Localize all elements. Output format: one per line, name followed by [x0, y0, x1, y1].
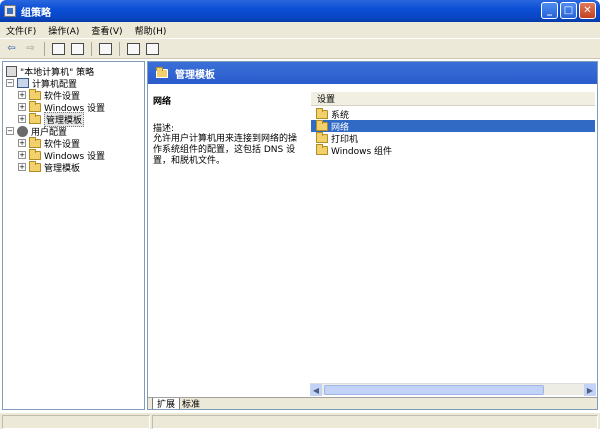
folder-icon: [316, 119, 328, 131]
folder-icon: [29, 148, 41, 160]
title-bar: 组策略 _ □ ✕: [0, 0, 600, 22]
expand-icon[interactable]: +: [18, 91, 26, 99]
folder-icon: [316, 107, 328, 119]
expand-icon[interactable]: +: [18, 163, 26, 171]
description-text: 允许用户计算机用来连接到网络的操作系统组件的配置，这包括 DNS 设置，和脱机文…: [153, 134, 298, 166]
status-cell: [2, 415, 150, 429]
up-folder-button[interactable]: [51, 41, 66, 56]
tree-item-user-config[interactable]: − 用户配置: [6, 125, 67, 138]
up-folder-icon: [52, 42, 65, 55]
collapse-icon[interactable]: −: [6, 127, 14, 135]
details-pane: 管理模板 网络 描述: 允许用户计算机用来连接到网络的操作系统组件的配置，这包括…: [147, 61, 598, 410]
chevron-left-icon: ◀: [312, 385, 320, 395]
collapse-icon[interactable]: −: [6, 79, 14, 87]
horizontal-scrollbar[interactable]: ◀ ▶: [310, 383, 596, 396]
help-icon: [146, 42, 159, 55]
back-button[interactable]: ⇦: [4, 41, 19, 56]
tree-item-computer-software[interactable]: + 软件设置: [18, 88, 80, 102]
forward-icon: ⇨: [26, 43, 35, 54]
folder-icon: [29, 112, 41, 124]
back-icon: ⇦: [7, 43, 16, 54]
forward-button[interactable]: ⇨: [23, 41, 38, 56]
window-controls: _ □ ✕: [541, 2, 596, 19]
properties-button[interactable]: [126, 41, 141, 56]
status-bar: [0, 412, 600, 429]
scroll-thumb[interactable]: [324, 385, 544, 395]
toolbar: ⇦ ⇨: [0, 39, 600, 59]
folder-icon: [29, 160, 41, 172]
list-item-system[interactable]: 系统: [311, 107, 595, 121]
expand-icon[interactable]: +: [18, 115, 26, 123]
tree-item-user-windows[interactable]: + Windows 设置: [18, 148, 105, 162]
folder-icon: [316, 131, 328, 143]
toolbar-separator: [44, 41, 45, 56]
folder-icon: [29, 88, 41, 100]
list-item-network[interactable]: 网络: [311, 119, 595, 133]
policy-icon: [6, 65, 17, 77]
show-hide-tree-button[interactable]: [70, 41, 85, 56]
menu-file[interactable]: 文件(F): [0, 24, 42, 37]
computer-icon: [17, 78, 29, 88]
menu-view[interactable]: 查看(V): [85, 24, 128, 37]
description-label: 描述:: [153, 124, 175, 134]
window-title: 组策略: [21, 7, 51, 19]
menu-help[interactable]: 帮助(H): [129, 24, 173, 37]
export-list-icon: [99, 42, 112, 55]
view-tabs: 扩展 标准: [148, 397, 597, 409]
tree-item-label: 管理模板: [44, 163, 81, 174]
toolbar-separator: [119, 41, 120, 56]
expand-icon[interactable]: +: [18, 139, 26, 147]
list-item-windows-components[interactable]: Windows 组件: [311, 143, 595, 157]
user-icon: [17, 125, 28, 137]
tab-standard[interactable]: 标准: [178, 398, 204, 409]
export-list-button[interactable]: [98, 41, 113, 56]
scroll-right-button[interactable]: ▶: [584, 384, 596, 396]
tree-item-computer-config[interactable]: − 计算机配置: [6, 77, 77, 90]
close-icon: ✕: [583, 5, 592, 16]
maximize-icon: □: [563, 5, 574, 16]
properties-icon: [127, 42, 140, 55]
selected-item-title: 网络: [153, 97, 172, 107]
show-hide-tree-icon: [71, 42, 84, 55]
folder-icon: [316, 143, 328, 155]
tree-item-user-software[interactable]: + 软件设置: [18, 136, 80, 150]
column-header-label: 设置: [317, 95, 336, 105]
tree-item-computer-admin[interactable]: + 管理模板: [18, 111, 85, 127]
pane-header-title: 管理模板: [175, 69, 215, 81]
list-item-printers[interactable]: 打印机: [311, 131, 595, 145]
column-header-settings[interactable]: 设置: [311, 92, 595, 106]
maximize-button[interactable]: □: [560, 2, 577, 19]
menu-bar: 文件(F) 操作(A) 查看(V) 帮助(H): [0, 22, 600, 39]
list-item-label: Windows 组件: [331, 146, 393, 157]
minimize-icon: _: [547, 5, 552, 16]
tab-extended[interactable]: 扩展: [152, 398, 181, 409]
tree-item-root[interactable]: "本地计算机" 策略: [6, 65, 94, 78]
tree-pane: "本地计算机" 策略 − 计算机配置 + 软件设置 + Windows 设置 +…: [2, 61, 145, 410]
expand-icon[interactable]: +: [18, 151, 26, 159]
help-button[interactable]: [145, 41, 160, 56]
tree-item-user-admin[interactable]: + 管理模板: [18, 160, 81, 174]
status-cell: [152, 415, 598, 429]
folder-icon: [156, 66, 168, 78]
close-button[interactable]: ✕: [579, 2, 596, 19]
scroll-left-button[interactable]: ◀: [310, 384, 322, 396]
expand-icon[interactable]: +: [18, 103, 26, 111]
menu-action[interactable]: 操作(A): [42, 24, 85, 37]
folder-icon: [29, 136, 41, 148]
toolbar-separator: [91, 41, 92, 56]
minimize-button[interactable]: _: [541, 2, 558, 19]
app-icon: [4, 5, 16, 17]
pane-header: 管理模板: [148, 62, 597, 84]
description-panel: 网络 描述: 允许用户计算机用来连接到网络的操作系统组件的配置，这包括 DNS …: [148, 84, 308, 396]
folder-icon: [29, 100, 41, 112]
settings-list: 设置 系统 网络 打印机 Windows 组件: [308, 84, 597, 396]
chevron-right-icon: ▶: [586, 385, 594, 395]
